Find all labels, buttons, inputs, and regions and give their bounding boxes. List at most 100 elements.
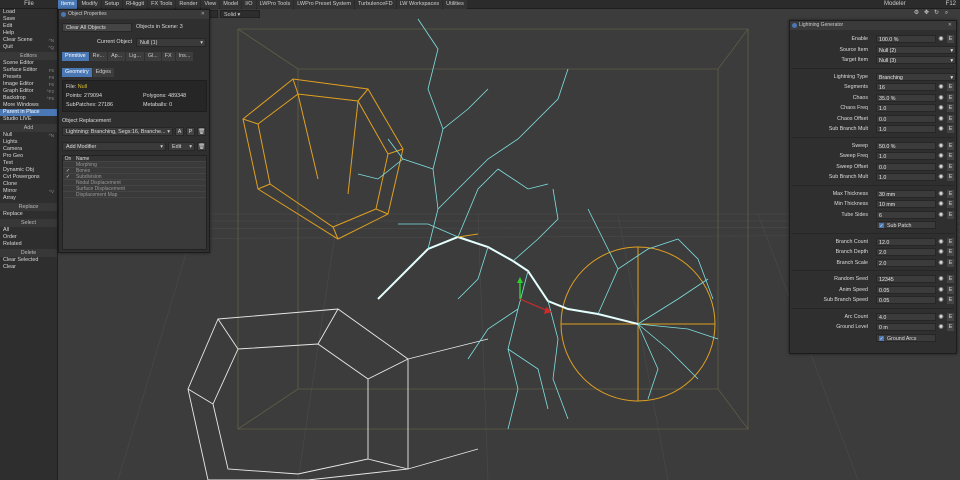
sidebar-item-load[interactable]: Load [0,9,57,16]
chaos-offset-input[interactable]: 0.0 [876,114,936,123]
branch-count-input[interactable]: 12.0 [876,237,936,246]
sidebar-item-image-editor[interactable]: Image Editor F6 [0,81,57,88]
modifier-list[interactable]: On Name Morphing ✓ Bones ✓ Subdivision Nodal … [62,155,207,250]
sidebar-item-parent-in-place[interactable]: Parent in Place [0,109,57,116]
modifier-enabled-check[interactable] [63,162,73,167]
ground-level-input[interactable]: 0 m [876,323,936,331]
trash-icon[interactable]: 🗑 [197,142,206,151]
envelope-icon[interactable]: ◉ [937,125,945,133]
modifier-enabled-check[interactable]: ✓ [63,174,73,180]
expression-button[interactable]: E [947,237,954,246]
envelope-icon[interactable]: ◉ [937,238,945,246]
lightning-type-dropdown[interactable]: Branching ▾ [876,72,956,81]
gear-icon[interactable]: ⚙ [913,10,920,17]
sidebar-item-help[interactable]: Help [0,30,57,37]
sweep-freq-input[interactable]: 1.0 [876,152,936,160]
sidebar-item-replace[interactable]: Replace [0,211,57,218]
anim-speed-input[interactable]: 0.05 [876,285,936,294]
envelope-icon[interactable]: ◉ [937,275,945,283]
envelope-icon[interactable]: ◉ [937,104,945,112]
menu-tab-lw-workspaces[interactable]: LW Workspaces [396,0,443,9]
object-replacement-dropdown[interactable]: Lightning: Branching, Segs:16, Branche..… [62,127,173,136]
tab-fx[interactable]: FX [161,52,175,61]
sweep-offset-input[interactable]: 0.0 [876,162,936,171]
sidebar-item-related[interactable]: Related [0,241,57,248]
envelope-icon[interactable]: ◉ [937,173,945,181]
menu-tab-lwpro-preset-system[interactable]: LWPro Preset System [294,0,354,9]
subtab-edges[interactable]: Edges [92,68,114,77]
envelope-icon[interactable]: ◉ [937,163,945,171]
chaos-freq-input[interactable]: 1.0 [876,104,936,112]
max-thickness-input[interactable]: 30 mm [876,189,936,198]
chaos-input[interactable]: 35.0 % [876,93,936,102]
close-icon[interactable]: ✕ [948,21,952,30]
expression-button[interactable]: E [947,141,954,150]
envelope-icon[interactable]: ◉ [937,83,945,91]
tube-sides-input[interactable]: 6 [876,210,936,219]
sidebar-item-camera[interactable]: Camera [0,146,57,153]
sidebar-item-more-windows[interactable]: More Windows [0,102,57,109]
expression-button[interactable]: E [947,35,954,43]
modifier-enabled-check[interactable]: ✓ [63,168,73,174]
list-item[interactable]: Displacement Map [63,192,206,198]
enable-input[interactable]: 100.0 % [876,35,936,43]
sidebar-item-all[interactable]: All [0,227,57,234]
tab-ins[interactable]: Ins... [175,52,194,61]
target-item-dropdown[interactable]: Null (3) ▾ [876,56,956,64]
menu-tab-rhiggit[interactable]: RHiggit [123,0,148,9]
sub-patch-checkbox[interactable]: ✓ Sub Patch [876,221,936,229]
move-icon[interactable]: ✥ [923,10,930,17]
sub-branch-mult-input[interactable]: 1.0 [876,173,936,181]
trash-icon[interactable]: 🗑 [197,127,206,136]
ground-arcs-checkbox[interactable]: ✓ Ground Arcs [876,333,936,342]
sidebar-item-save[interactable]: Save [0,16,57,23]
segments-input[interactable]: 16 [876,83,936,91]
envelope-icon[interactable]: ◉ [937,152,945,160]
sidebar-item-clear-scene[interactable]: Clear Scene ^N [0,37,57,44]
sidebar-item-mirror[interactable]: Mirror ^V [0,188,57,195]
menu-tab-turbulencefd[interactable]: TurbulenceFD [354,0,396,9]
branch-depth-input[interactable]: 2.0 [876,248,936,256]
expression-button[interactable]: E [947,275,954,283]
expression-button[interactable]: E [947,104,954,112]
sweep-input[interactable]: 50.0 % [876,141,936,150]
menu-tab-items[interactable]: Items [58,0,78,9]
clear-all-objects-button[interactable]: Clear All Objects [62,23,132,32]
sidebar-item-graph-editor[interactable]: Graph Editor ^F2 [0,88,57,95]
modifier-enabled-check[interactable] [63,192,73,197]
expression-button[interactable]: E [947,312,954,321]
menu-tab-view[interactable]: View [201,0,220,9]
tab-ap[interactable]: Ap... [108,52,126,61]
envelope-icon[interactable]: ◉ [937,323,945,331]
sidebar-item-cvt-powergons[interactable]: Cvt Powergons [0,174,57,181]
sidebar-item-lights[interactable]: Lights [0,139,57,146]
sidebar-item-clone[interactable]: Clone [0,181,57,188]
sidebar-item-edit[interactable]: Edit [0,23,57,30]
modifier-enabled-check[interactable] [63,186,73,191]
envelope-icon[interactable]: ◉ [937,248,945,256]
tab-gl[interactable]: Gl... [144,52,161,61]
envelope-icon[interactable]: ◉ [937,190,945,198]
expression-button[interactable]: E [947,114,954,123]
sidebar-item-order[interactable]: Order [0,234,57,241]
file-menu[interactable]: File [0,0,58,9]
arc-count-input[interactable]: 4.0 [876,312,936,321]
sidebar-item-null[interactable]: Null ^N [0,132,57,139]
menu-tab-modify[interactable]: Modify [78,0,101,9]
envelope-icon[interactable]: ◉ [937,94,945,102]
envelope-icon[interactable]: ◉ [937,286,945,294]
edit-dropdown[interactable]: Edit ▾ [168,142,195,151]
zoom-icon[interactable]: ⌕ [943,10,950,17]
close-icon[interactable]: ✕ [201,10,205,19]
envelope-icon[interactable]: ◉ [937,313,945,321]
menu-tab-model[interactable]: Model [220,0,242,9]
expression-button[interactable]: E [947,83,954,91]
expression-button[interactable]: E [947,189,954,198]
sidebar-item-text[interactable]: Text [0,160,57,167]
envelope-icon[interactable]: ◉ [937,142,945,150]
modeler-switch[interactable]: Modeler [884,0,906,9]
sidebar-item-studio-live[interactable]: Studio LIVE [0,116,57,123]
menu-tab-i-o[interactable]: I/O [242,0,256,9]
expression-button[interactable]: E [947,248,954,256]
menu-tab-setup[interactable]: Setup [101,0,123,9]
